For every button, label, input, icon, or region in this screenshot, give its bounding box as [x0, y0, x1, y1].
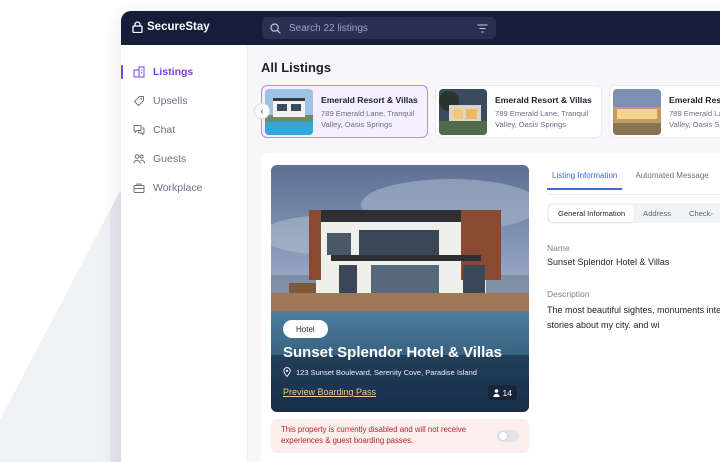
search-bar[interactable] [262, 17, 496, 39]
sidebar-item-label: Listings [153, 66, 194, 78]
brand-logo[interactable]: SecureStay [132, 21, 210, 33]
sidebar-item-label: Chat [153, 124, 176, 136]
address-text: 123 Sunset Boulevard, Serenity Cove, Par… [296, 367, 477, 377]
subtab-check[interactable]: Check- [680, 205, 720, 222]
listing-thumbnail [265, 89, 313, 135]
sidebar-item-upsells[interactable]: Upsells [121, 90, 248, 112]
detail-tabs: Listing Information Automated Message [547, 163, 720, 190]
listing-thumbnail [439, 89, 487, 135]
search-icon [270, 22, 281, 34]
description-label: Description [547, 289, 590, 299]
tag-icon [134, 96, 144, 106]
listing-detail-title: Sunset Splendor Hotel & Villas [283, 344, 502, 361]
building-icon [133, 66, 145, 78]
warning-text: This property is currently disabled and … [281, 425, 467, 445]
listing-title: Emerald Resort & Villas [495, 95, 592, 105]
chat-icon [133, 125, 145, 135]
name-label: Name [547, 243, 570, 253]
sidebar-item-listings[interactable]: Listings [121, 61, 248, 83]
sidebar-item-workplace[interactable]: Workplace [121, 177, 248, 199]
description-value: The most beautiful sightes, monuments in… [547, 305, 720, 330]
preview-boarding-pass-link[interactable]: Preview Boarding Pass [283, 387, 376, 397]
subtab-address[interactable]: Address [634, 205, 680, 222]
listing-card[interactable]: Emerald Resort & Villas 789 Emerald Lane… [435, 85, 602, 138]
lock-icon [132, 21, 143, 33]
listing-title: Emerald Resort & Villas [321, 95, 418, 105]
brand-name: SecureStay [147, 21, 210, 33]
listing-detail-panel: Hotel Sunset Splendor Hotel & Villas 123… [261, 153, 720, 462]
tab-listing-information[interactable]: Listing Information [547, 163, 623, 190]
sidebar: Listings Upsells Chat Guests Workplace [121, 45, 248, 462]
listing-detail-address: 123 Sunset Boulevard, Serenity Cove, Par… [283, 367, 477, 377]
name-value: Sunset Splendor Hotel & Villas [547, 257, 670, 267]
app-window: SecureStay Listings [121, 11, 720, 462]
search-input[interactable] [289, 22, 477, 34]
top-bar: SecureStay [121, 11, 720, 45]
guest-count: 14 [502, 387, 512, 398]
listing-enable-toggle[interactable] [497, 430, 519, 442]
sidebar-item-label: Upsells [153, 95, 188, 107]
sidebar-item-label: Guests [153, 153, 187, 165]
listing-title: Emerald Resort & Villas [669, 95, 720, 105]
sidebar-item-chat[interactable]: Chat [121, 119, 248, 141]
page-title: All Listings [261, 60, 332, 75]
listing-card[interactable]: Emerald Resort & Villas 789 Emerald Lane… [609, 85, 720, 138]
filter-icon[interactable] [477, 23, 488, 33]
listing-hero: Hotel Sunset Splendor Hotel & Villas 123… [271, 165, 529, 412]
listing-thumbnail [613, 89, 661, 135]
guest-count-badge: 14 [487, 385, 517, 400]
subtab-general-information[interactable]: General Information [549, 204, 635, 222]
chevron-left-icon[interactable]: ‹ [254, 103, 270, 119]
users-icon [133, 154, 145, 164]
main-content: All Listings ‹ Emerald Resort & Villas 7… [249, 45, 720, 462]
sidebar-item-guests[interactable]: Guests [121, 148, 248, 170]
sidebar-item-label: Workplace [153, 182, 203, 194]
property-type-badge: Hotel [283, 320, 328, 338]
detail-subtabs: General Information Address Check- [547, 203, 720, 223]
map-pin-icon [283, 367, 291, 377]
listing-address: 789 Emerald Lane, Tranquil Valley, Oasis… [321, 109, 415, 129]
tab-automated-message[interactable]: Automated Message [630, 163, 713, 190]
tab-divider [547, 194, 720, 195]
person-icon [492, 388, 500, 397]
listing-address: 789 Emerald Lane, Tranquil Valley, Oasis… [495, 109, 589, 129]
briefcase-icon [133, 183, 145, 193]
listing-address: 789 Emerald Lane, Tranquil Valley, Oasis… [669, 109, 720, 129]
listing-card[interactable]: Emerald Resort & Villas 789 Emerald Lane… [261, 85, 428, 138]
disabled-warning: This property is currently disabled and … [271, 419, 529, 453]
